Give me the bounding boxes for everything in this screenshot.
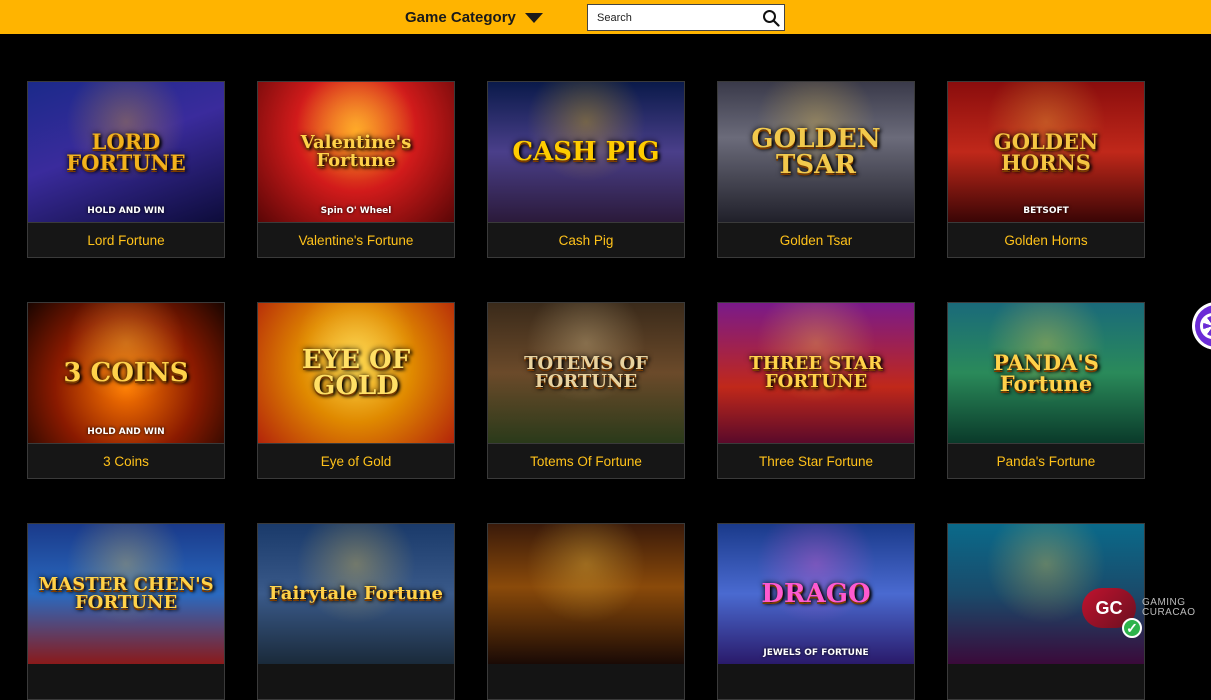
game-art-subtitle: JEWELS OF FORTUNE	[763, 648, 869, 658]
game-thumbnail[interactable]: Valentine's Fortune Spin O' Wheel	[258, 82, 454, 222]
game-card[interactable]: MASTER CHEN'S FORTUNE	[27, 523, 225, 700]
game-card[interactable]: TOTEMS OF FORTUNE Totems Of Fortune	[487, 302, 685, 479]
top-bar: Game Category	[0, 0, 1211, 34]
game-thumbnail[interactable]	[488, 524, 684, 664]
game-thumbnail[interactable]: LORD FORTUNE HOLD AND WIN	[28, 82, 224, 222]
game-name[interactable]: Totems Of Fortune	[488, 443, 684, 478]
game-art-title: DRAGO	[761, 579, 871, 609]
thumbnail-glow	[66, 303, 186, 403]
game-thumbnail[interactable]: GOLDEN TSAR	[718, 82, 914, 222]
gc-logo: GC ✓	[1082, 588, 1142, 638]
search-icon[interactable]	[758, 5, 784, 30]
game-thumbnail[interactable]: THREE STAR FORTUNE	[718, 303, 914, 443]
game-card[interactable]: LORD FORTUNE HOLD AND WIN Lord Fortune	[27, 81, 225, 258]
game-card[interactable]: Valentine's Fortune Spin O' Wheel Valentin…	[257, 81, 455, 258]
game-card[interactable]: PANDA'S Fortune Panda's Fortune	[947, 302, 1145, 479]
thumbnail-glow	[526, 524, 646, 624]
game-art-title: MASTER CHEN'S FORTUNE	[38, 574, 214, 613]
game-art-title: 3 COINS	[63, 358, 189, 388]
game-thumbnail[interactable]: Fairytale Fortune	[258, 524, 454, 664]
game-art-subtitle: HOLD AND WIN	[87, 427, 165, 437]
game-name[interactable]: Golden Tsar	[718, 222, 914, 257]
game-category-label: Game Category	[405, 8, 516, 26]
game-art-title: Fairytale Fortune	[269, 583, 443, 604]
game-thumbnail[interactable]: PANDA'S Fortune	[948, 303, 1144, 443]
game-thumbnail[interactable]: EYE OF GOLD	[258, 303, 454, 443]
game-card[interactable]: DRAGO JEWELS OF FORTUNE	[717, 523, 915, 700]
game-thumbnail[interactable]: MASTER CHEN'S FORTUNE	[28, 524, 224, 664]
thumbnail-glow	[756, 524, 876, 624]
thumbnail-glow	[296, 524, 416, 624]
spin-wheel-widget[interactable]	[1192, 302, 1211, 350]
thumbnail-glow	[526, 82, 646, 182]
game-name[interactable]: Valentine's Fortune	[258, 222, 454, 257]
game-name[interactable]: Golden Horns	[948, 222, 1144, 257]
game-name[interactable]: 3 Coins	[28, 443, 224, 478]
game-art-title: GOLDEN HORNS	[993, 129, 1099, 175]
game-art-title: GOLDEN TSAR	[751, 124, 881, 180]
game-name[interactable]: Three Star Fortune	[718, 443, 914, 478]
game-thumbnail[interactable]: 3 COINS HOLD AND WIN	[28, 303, 224, 443]
search-box	[587, 4, 785, 31]
gc-text: GAMING CURACAO	[1142, 597, 1196, 619]
game-card[interactable]: Fairytale Fortune	[257, 523, 455, 700]
game-art-subtitle: HOLD AND WIN	[87, 206, 165, 216]
chevron-down-icon[interactable]	[524, 12, 543, 23]
gc-line2: CURACAO	[1142, 607, 1196, 618]
game-card[interactable]: EYE OF GOLD Eye of Gold	[257, 302, 455, 479]
search-input[interactable]	[588, 5, 758, 30]
game-name[interactable]: Eye of Gold	[258, 443, 454, 478]
game-art-title: Valentine's Fortune	[300, 132, 412, 171]
game-art-title: THREE STAR FORTUNE	[749, 353, 883, 392]
game-art-title: CASH PIG	[512, 137, 660, 167]
gc-logo-text: GC	[1095, 597, 1123, 618]
game-grid: LORD FORTUNE HOLD AND WIN Lord Fortune Vale…	[27, 81, 1177, 700]
game-card[interactable]: 3 COINS HOLD AND WIN 3 Coins	[27, 302, 225, 479]
game-art-subtitle: Spin O' Wheel	[320, 206, 392, 216]
game-card[interactable]: CASH PIG Cash Pig	[487, 81, 685, 258]
game-thumbnail[interactable]: DRAGO JEWELS OF FORTUNE	[718, 524, 914, 664]
game-art-title: TOTEMS OF FORTUNE	[524, 353, 648, 392]
game-thumbnail[interactable]: TOTEMS OF FORTUNE	[488, 303, 684, 443]
game-name[interactable]: Lord Fortune	[28, 222, 224, 257]
game-art-title: LORD FORTUNE	[66, 129, 186, 175]
game-art-title: EYE OF GOLD	[301, 345, 411, 401]
game-card[interactable]: GOLDEN HORNS BETSOFT Golden Horns	[947, 81, 1145, 258]
game-name[interactable]: Panda's Fortune	[948, 443, 1144, 478]
gaming-curacao-badge[interactable]: GC ✓ GAMING CURACAO	[1082, 584, 1210, 638]
game-card[interactable]	[487, 523, 685, 700]
wheel-icon	[1200, 313, 1211, 339]
game-thumbnail[interactable]: GOLDEN HORNS BETSOFT	[948, 82, 1144, 222]
game-card[interactable]: GOLDEN TSAR Golden Tsar	[717, 81, 915, 258]
check-icon: ✓	[1122, 618, 1142, 638]
game-art-subtitle: BETSOFT	[1023, 206, 1069, 216]
game-thumbnail[interactable]: CASH PIG	[488, 82, 684, 222]
game-card[interactable]: THREE STAR FORTUNE Three Star Fortune	[717, 302, 915, 479]
game-category-dropdown[interactable]: Game Category	[405, 7, 543, 27]
game-name[interactable]: Cash Pig	[488, 222, 684, 257]
game-art-title: PANDA'S Fortune	[993, 350, 1099, 396]
